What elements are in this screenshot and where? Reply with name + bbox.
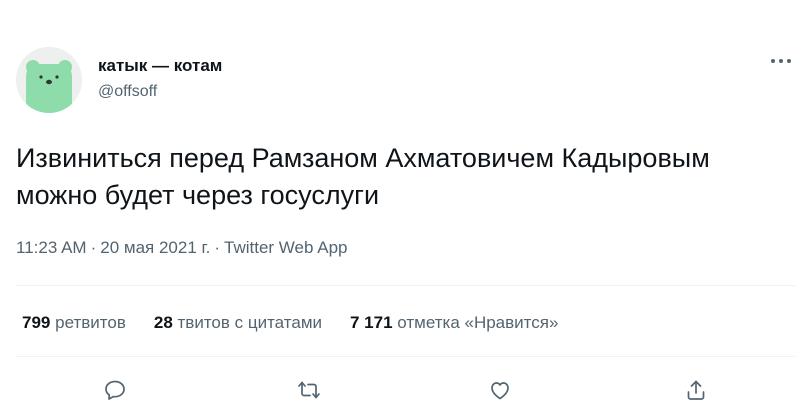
tweet-stats: 799 ретвитов 28 твитов с цитатами 7 171 …: [22, 313, 558, 333]
user-handle[interactable]: @offsoff: [98, 83, 157, 101]
more-button[interactable]: [770, 54, 792, 66]
divider: [16, 285, 795, 286]
like-button[interactable]: [482, 372, 518, 408]
retweets-stat[interactable]: 799 ретвитов: [22, 313, 126, 333]
tweet-card: катык — котам @offsoff Извиниться перед …: [0, 0, 811, 417]
retweets-label: ретвитов: [55, 313, 126, 332]
quotes-label: твитов с цитатами: [177, 313, 322, 332]
quotes-count: 28: [153, 313, 173, 332]
avatar[interactable]: [16, 47, 82, 113]
reply-button[interactable]: [97, 372, 133, 408]
likes-stat[interactable]: 7 171 отметка «Нравится»: [350, 313, 558, 333]
likes-label: отметка «Нравится»: [397, 313, 559, 332]
quotes-stat[interactable]: 28 твитов с цитатами: [154, 313, 322, 333]
share-icon: [687, 380, 705, 400]
more-icon: [771, 59, 791, 63]
like-icon: [491, 382, 509, 400]
retweet-button[interactable]: [291, 372, 327, 408]
tweet-text: Извиниться перед Рамзаном Ахматовичем Ка…: [16, 143, 710, 210]
tweet-source[interactable]: Twitter Web App: [224, 238, 347, 257]
tweet-actions: [0, 372, 811, 408]
share-button[interactable]: [678, 372, 714, 408]
meta-separator: ·: [90, 238, 97, 257]
reply-icon: [105, 380, 125, 400]
likes-count: 7 171: [350, 313, 393, 332]
tweet-time[interactable]: 11:23 AM: [16, 238, 87, 257]
retweets-count: 799: [22, 313, 51, 332]
display-name[interactable]: катык — котам: [98, 56, 222, 76]
retweet-icon: [298, 381, 320, 399]
meta-separator: ·: [214, 238, 221, 257]
tweet-date[interactable]: 20 мая 2021 г.: [100, 238, 210, 257]
bear-avatar-icon: [16, 47, 82, 113]
divider: [16, 356, 795, 357]
tweet-meta: 11:23 AM · 20 мая 2021 г. · Twitter Web App: [16, 238, 347, 258]
